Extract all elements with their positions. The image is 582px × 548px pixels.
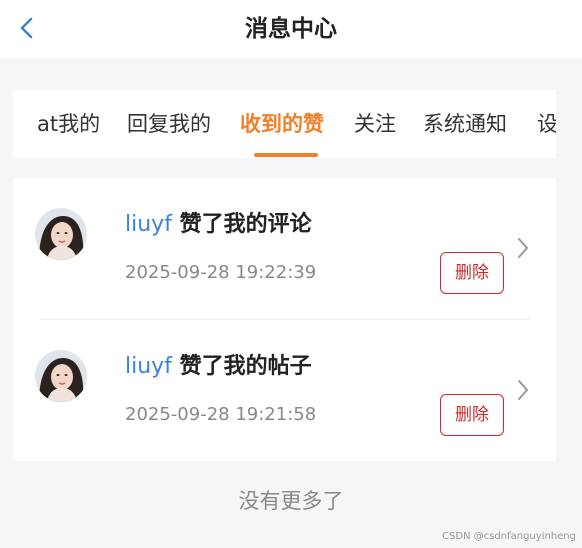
tab-replies[interactable]: 回复我的 [127,90,211,158]
message-text: liuyf 赞了我的评论 [125,206,312,238]
message-action: 赞了我的帖子 [171,354,312,379]
message-text: liuyf 赞了我的帖子 [125,348,312,380]
message-list: liuyf 赞了我的评论 2025-09-28 19:22:39 删除 liuy… [13,178,556,461]
list-item[interactable]: liuyf 赞了我的帖子 2025-09-28 19:21:58 删除 [13,320,556,462]
avatar [35,350,87,402]
avatar [35,208,87,260]
watermark: CSDN @csdnfanguyinheng [442,531,576,542]
message-username[interactable]: liuyf [125,212,172,237]
active-tab-indicator [254,153,318,157]
message-action: 赞了我的评论 [171,212,312,237]
tab-likes-received[interactable]: 收到的赞 [240,90,324,158]
page-title: 消息中心 [245,16,337,42]
chevron-right-icon [518,238,528,258]
tab-at-me[interactable]: at我的 [37,90,100,158]
no-more-text: 没有更多了 [238,489,344,513]
tab-follows[interactable]: 关注 [354,90,396,158]
chevron-right-icon [518,380,528,400]
delete-button[interactable]: 删除 [440,252,504,294]
message-time: 2025-09-28 19:22:39 [125,262,317,283]
message-time: 2025-09-28 19:21:58 [125,404,317,425]
tab-bar: at我的 回复我的 收到的赞 关注 系统通知 设 [13,90,556,158]
list-item[interactable]: liuyf 赞了我的评论 2025-09-28 19:22:39 删除 [13,178,556,320]
navbar: 消息中心 [0,0,582,58]
delete-button[interactable]: 删除 [440,394,504,436]
tab-settings[interactable]: 设 [537,90,556,158]
tab-system-notices[interactable]: 系统通知 [423,90,507,158]
message-username[interactable]: liuyf [125,354,172,379]
